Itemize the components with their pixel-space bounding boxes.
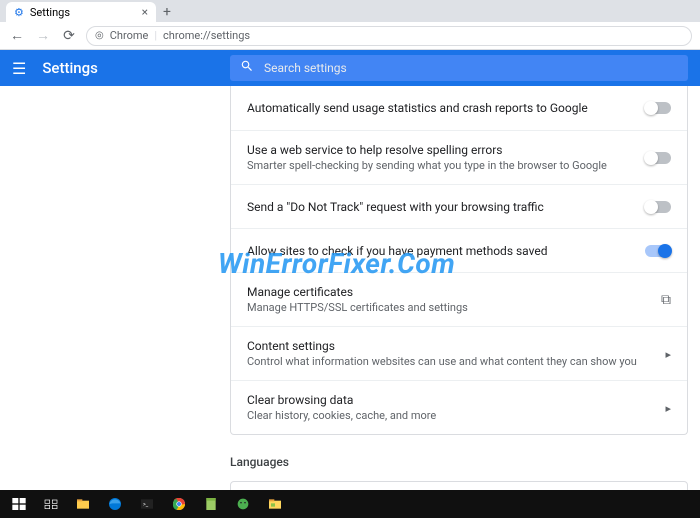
row-title: Content settings [247, 339, 653, 353]
taskview-button[interactable] [36, 492, 66, 516]
explorer-icon[interactable] [68, 492, 98, 516]
omnibox[interactable]: ◎ Chrome | chrome://settings [86, 26, 692, 46]
gear-icon: ⚙ [14, 6, 24, 19]
row-title: Manage certificates [247, 285, 649, 299]
row-subtitle: Smarter spell-checking by sending what y… [247, 159, 633, 172]
close-icon[interactable]: × [142, 5, 148, 19]
privacy-card: Automatically send usage statistics and … [230, 86, 688, 435]
svg-text:>_: >_ [143, 502, 149, 508]
settings-header: ☰ Settings [0, 50, 700, 86]
edge-icon[interactable] [100, 492, 130, 516]
toggle-switch[interactable] [645, 201, 671, 213]
search-icon [240, 59, 254, 77]
row-title: Automatically send usage statistics and … [247, 101, 633, 115]
tab-strip: ⚙ Settings × + [0, 0, 700, 22]
row-text: Clear browsing data Clear history, cookie… [247, 393, 653, 422]
browser-tab-settings[interactable]: ⚙ Settings × [6, 2, 156, 22]
chrome-icon[interactable] [164, 492, 194, 516]
settings-row: Allow sites to check if you have payment… [231, 228, 687, 272]
back-button[interactable]: ← [8, 27, 26, 44]
search-box[interactable] [230, 55, 688, 81]
row-subtitle: Control what information websites can us… [247, 355, 653, 368]
row-text: Send a "Do Not Track" request with your … [247, 200, 633, 214]
start-button[interactable] [4, 492, 34, 516]
row-text: Manage certificates Manage HTTPS/SSL cert… [247, 285, 649, 314]
toggle-switch[interactable] [645, 152, 671, 164]
toggle-switch[interactable] [645, 102, 671, 114]
row-text: Automatically send usage statistics and … [247, 101, 633, 115]
row-subtitle: Clear history, cookies, cache, and more [247, 409, 653, 422]
omnibox-prefix: Chrome [110, 29, 149, 42]
site-info-icon: ◎ [95, 30, 104, 41]
row-title: Send a "Do Not Track" request with your … [247, 200, 633, 214]
chevron-right-icon: ▸ [665, 348, 671, 361]
taskbar: >_ [0, 490, 700, 518]
app-icon[interactable] [228, 492, 258, 516]
row-title: Clear browsing data [247, 393, 653, 407]
settings-row: Send a "Do Not Track" request with your … [231, 184, 687, 228]
folder-icon[interactable] [260, 492, 290, 516]
toggle-switch[interactable] [645, 245, 671, 257]
open-external-icon[interactable]: ⧉ [661, 292, 671, 308]
page-title: Settings [42, 59, 98, 77]
row-subtitle: Manage HTTPS/SSL certificates and settin… [247, 301, 649, 314]
omnibox-url: chrome://settings [163, 29, 250, 42]
settings-row[interactable]: Clear browsing data Clear history, cookie… [231, 380, 687, 434]
language-row[interactable]: LanguageEnglish⌄ [231, 482, 687, 490]
settings-row[interactable]: Manage certificates Manage HTTPS/SSL cert… [231, 272, 687, 326]
address-bar: ← → ⟳ ◎ Chrome | chrome://settings [0, 22, 700, 50]
tab-title: Settings [30, 6, 70, 19]
settings-row[interactable]: Content settings Control what information… [231, 326, 687, 380]
new-tab-button[interactable]: + [156, 2, 178, 22]
languages-card: LanguageEnglish⌄Spell checkEnglish (Unit… [230, 481, 688, 490]
reload-button[interactable]: ⟳ [60, 28, 78, 44]
settings-row: Automatically send usage statistics and … [231, 86, 687, 130]
chevron-right-icon: ▸ [665, 402, 671, 415]
languages-section-title: Languages [230, 455, 688, 469]
terminal-icon[interactable]: >_ [132, 492, 162, 516]
row-text: Content settings Control what information… [247, 339, 653, 368]
forward-button[interactable]: → [34, 27, 52, 44]
settings-content: Automatically send usage statistics and … [0, 86, 700, 490]
notepad-icon[interactable] [196, 492, 226, 516]
menu-icon[interactable]: ☰ [12, 59, 26, 78]
row-title: Allow sites to check if you have payment… [247, 244, 633, 258]
row-title: Use a web service to help resolve spelli… [247, 143, 633, 157]
row-text: Allow sites to check if you have payment… [247, 244, 633, 258]
search-input[interactable] [264, 61, 678, 75]
row-text: Use a web service to help resolve spelli… [247, 143, 633, 172]
settings-row: Use a web service to help resolve spelli… [231, 130, 687, 184]
omnibox-divider: | [154, 29, 157, 42]
